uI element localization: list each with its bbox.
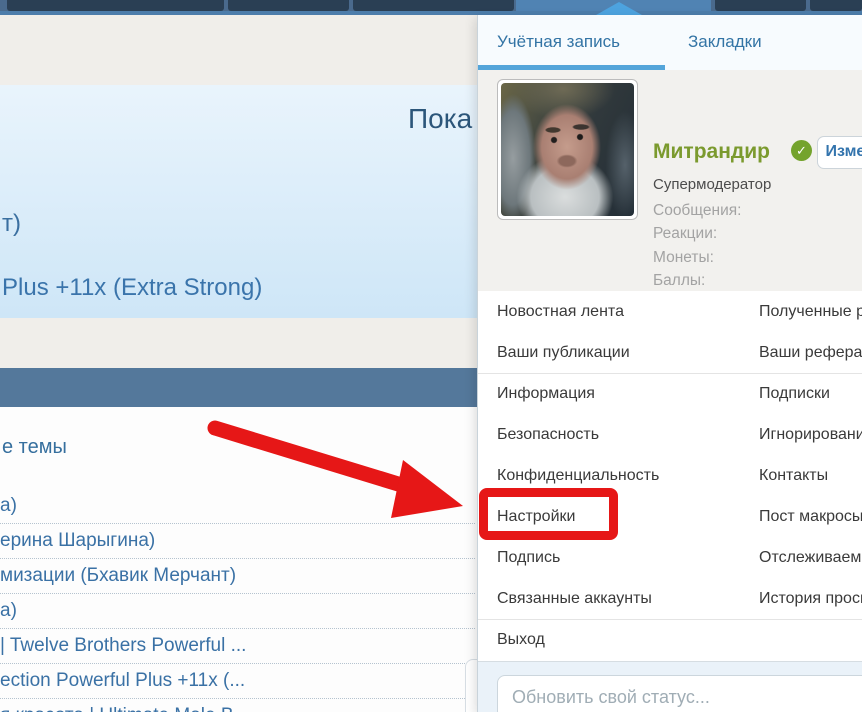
content-text-fragment: т) <box>2 210 21 238</box>
username-link[interactable]: Митрандир <box>653 140 770 164</box>
menu-item-subscriptions[interactable]: Подписки <box>759 373 830 414</box>
menu-item-watched[interactable]: Отслеживаемое <box>759 537 862 578</box>
menu-item-preferences[interactable]: Настройки <box>497 496 575 537</box>
account-menu: Новостная лента Ваши публикации Информац… <box>478 291 862 661</box>
menu-item-reactions-received[interactable]: Полученные реакции <box>759 291 862 332</box>
menu-item-security[interactable]: Безопасность <box>497 414 599 455</box>
menu-divider <box>478 619 862 620</box>
menu-item-your-content[interactable]: Ваши публикации <box>497 332 630 373</box>
menu-item-your-referrals[interactable]: Ваши рефералы <box>759 332 862 373</box>
thread-link[interactable]: я красота | Ultimate Male B... <box>0 699 475 712</box>
similar-threads-heading: е темы <box>2 436 67 459</box>
thread-link[interactable]: мизации (Бхавик Мерчант) <box>0 559 475 594</box>
menu-item-view-history[interactable]: История просмотра <box>759 578 862 619</box>
edit-button[interactable]: Изменить <box>817 136 862 169</box>
menu-item-signature[interactable]: Подпись <box>497 537 560 578</box>
user-summary-section: Митрандир ✓ Изменить Супермодератор Сооб… <box>478 70 862 292</box>
verified-icon: ✓ <box>791 140 812 161</box>
nav-tab[interactable] <box>810 0 862 11</box>
menu-item-connected-accounts[interactable]: Связанные аккаунты <box>497 578 652 619</box>
forum-page: Пока т) Plus +11x (Extra Strong) е темы … <box>0 0 862 712</box>
menu-item-ignoring[interactable]: Игнорирование <box>759 414 862 455</box>
nav-tab[interactable] <box>715 0 806 11</box>
menu-item-logout[interactable]: Выход <box>497 619 545 660</box>
thread-list: а) ерина Шарыгина) мизации (Бхавик Мерча… <box>0 489 475 712</box>
stat-coins-label: Монеты: <box>653 246 741 269</box>
thread-link[interactable]: а) <box>0 489 475 524</box>
stat-points-label: Баллы: <box>653 269 741 292</box>
thread-link[interactable]: ection Powerful Plus +11x (... <box>0 664 475 699</box>
status-footer <box>478 661 862 712</box>
dropdown-caret-icon <box>596 2 642 15</box>
tab-bookmarks[interactable]: Закладки <box>688 32 762 52</box>
page-heading-fragment: Пока <box>408 103 472 135</box>
thread-link[interactable]: | Twelve Brothers Powerful ... <box>0 629 475 664</box>
menu-item-information[interactable]: Информация <box>497 373 595 414</box>
menu-item-post-macros[interactable]: Пост макросы <box>759 496 862 537</box>
menu-item-contacts[interactable]: Контакты <box>759 455 828 496</box>
status-input[interactable] <box>497 675 862 712</box>
stat-messages-label: Сообщения: <box>653 199 741 222</box>
menu-item-news-feed[interactable]: Новостная лента <box>497 291 624 332</box>
user-role-label: Супермодератор <box>653 176 771 193</box>
content-link-fragment[interactable]: Plus +11x (Extra Strong) <box>2 274 262 302</box>
stat-reactions-label: Реакции: <box>653 222 741 245</box>
tab-account[interactable]: Учётная запись <box>497 32 620 52</box>
avatar-image <box>501 83 634 216</box>
user-avatar[interactable] <box>497 79 638 220</box>
nav-tab[interactable] <box>7 0 224 11</box>
account-dropdown-panel: Учётная запись Закладки Митрандир ✓ Изме… <box>477 15 862 712</box>
nav-tab[interactable] <box>228 0 349 11</box>
top-navbar <box>0 0 862 15</box>
dropdown-tabbar: Учётная запись Закладки <box>478 15 862 71</box>
thread-link[interactable]: а) <box>0 594 475 629</box>
nav-tab[interactable] <box>353 0 514 11</box>
menu-divider <box>478 373 862 374</box>
menu-item-privacy[interactable]: Конфиденциальность <box>497 455 659 496</box>
thread-link[interactable]: ерина Шарыгина) <box>0 524 475 559</box>
